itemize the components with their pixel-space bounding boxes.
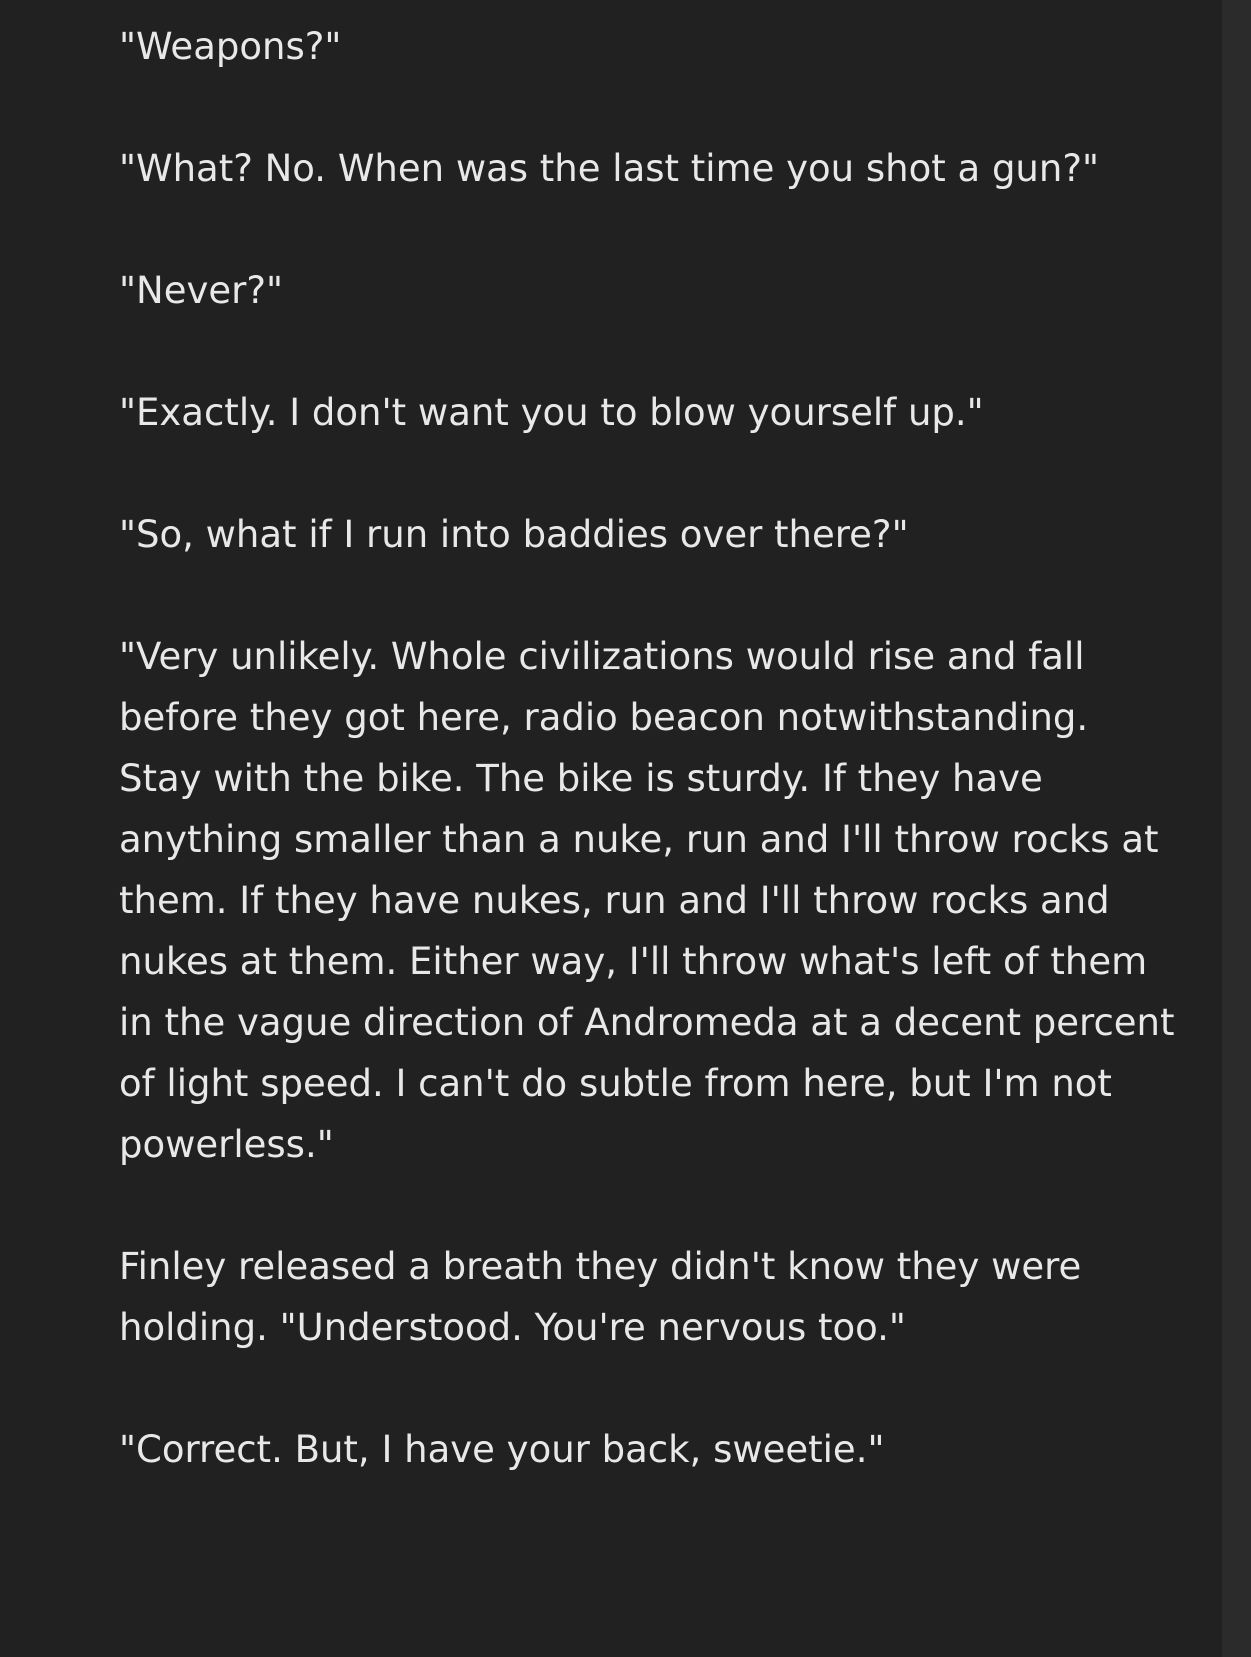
- paragraph: "What? No. When was the last time you sh…: [119, 147, 1099, 190]
- paragraph: Finley released a breath they didn't kno…: [119, 1245, 1082, 1349]
- paragraph: "So, what if I run into baddies over the…: [119, 513, 909, 556]
- paragraph: "Weapons?": [119, 25, 342, 68]
- paragraph: "Exactly. I don't want you to blow yours…: [119, 391, 984, 434]
- paragraph: "Never?": [119, 269, 283, 312]
- story-text: "Weapons?" "What? No. When was the last …: [119, 16, 1179, 1541]
- paragraph: "Very unlikely. Whole civilizations woul…: [119, 635, 1175, 1166]
- scrollbar-track[interactable]: [1222, 0, 1251, 1657]
- paragraph: "Correct. But, I have your back, sweetie…: [119, 1428, 885, 1471]
